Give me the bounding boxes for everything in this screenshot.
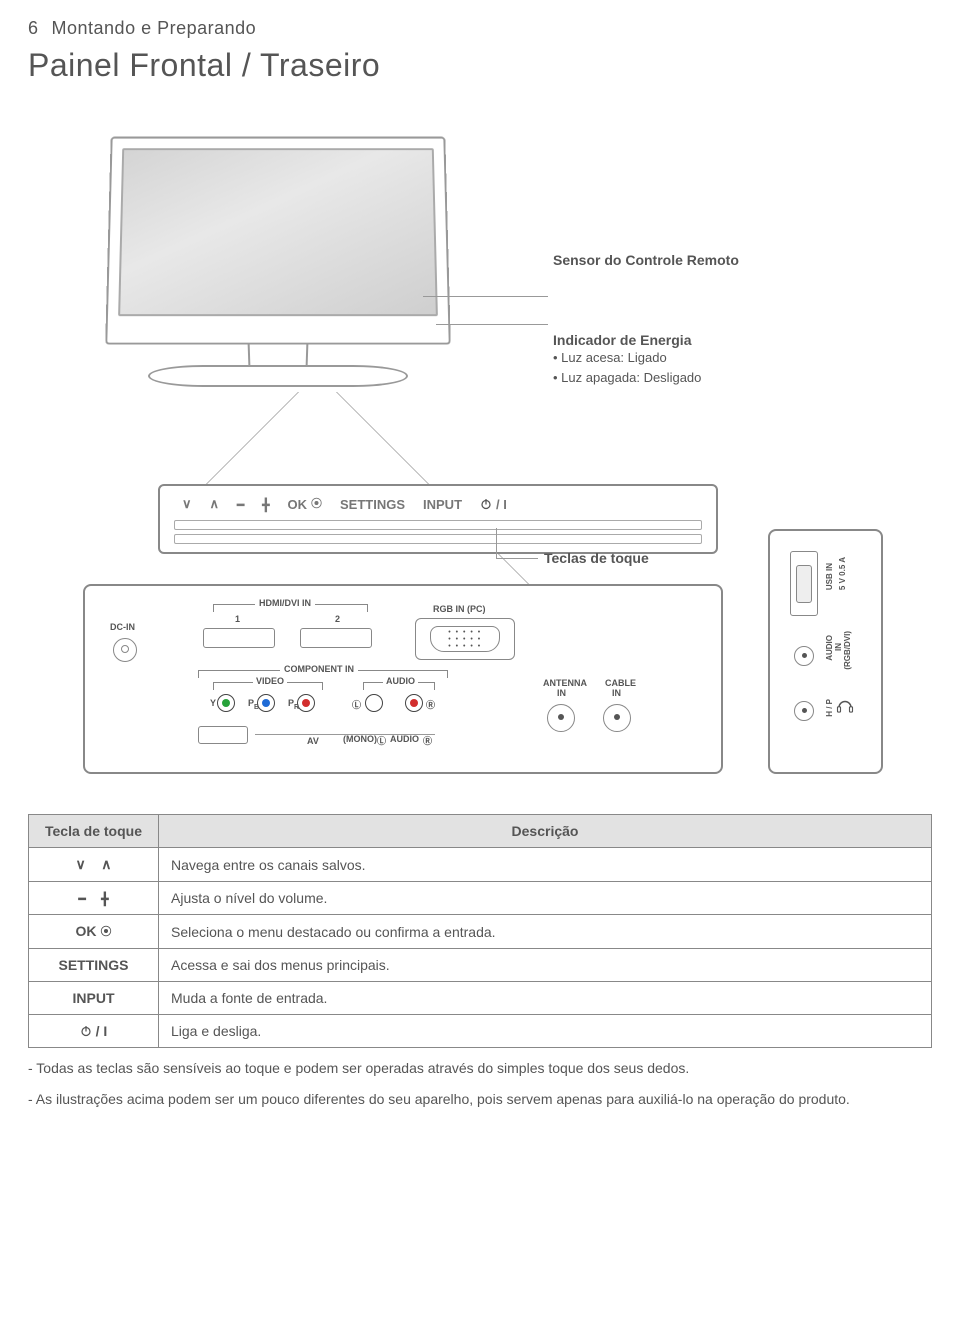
table-row: Navega entre os canais salvos. [29,848,932,882]
port-label-mono: (MONO) [343,734,377,744]
table-row: OK Seleciona o menu destacado ou confirm… [29,915,932,949]
port-label-hp: H / P [825,699,834,717]
monitor-illustration [108,134,448,385]
rear-ports-panel: DC-IN HDMI/DVI IN 1 2 RGB IN (PC) • • • … [83,584,723,774]
ok-button-label: OK [288,496,323,512]
callout-touch-keys: Teclas de toque [544,550,649,566]
callout-energy-indicator: Indicador de Energia • Luz acesa: Ligado… [553,332,701,387]
diagram: Sensor do Controle Remoto Indicador de E… [28,104,932,784]
nav-down-icon [75,856,85,873]
input-button-label: INPUT [423,497,462,512]
page-title: Painel Frontal / Traseiro [28,47,932,84]
ok-dot-icon [100,923,111,940]
th-desc: Descrição [159,815,932,848]
port-label-rgb: RGB IN (PC) [433,604,486,614]
port-label-comp-audio: AUDIO [383,676,418,686]
port-label-hdmi1: 1 [235,614,240,624]
side-ports-panel: USB IN 5 V 0.5 A AUDIO IN (RGB/DVI) H / … [768,529,883,774]
vga-port: • • • • •• • • • •• • • • • [415,618,515,660]
th-key: Tecla de toque [29,815,159,848]
vol-minus-icon [237,497,244,512]
port-label-av: AV [307,736,319,746]
port-label-audio: AUDIO [390,734,419,744]
page-number: 6 [28,18,46,39]
port-label-dc-in: DC-IN [110,622,135,632]
page-header: 6 Montando e Preparando [28,18,932,39]
table-row: INPUT Muda a fonte de entrada. [29,982,932,1015]
nav-down-icon [182,496,192,512]
table-row: / I Liga e desliga. [29,1015,932,1048]
power-button-label: / I [480,497,507,512]
port-label-comp-video: VIDEO [253,676,287,686]
table-header-row: Tecla de toque Descrição [29,815,932,848]
power-icon [480,497,492,512]
power-icon [80,1023,92,1039]
headphone-icon [836,697,854,715]
section-title: Montando e Preparando [52,18,257,38]
port-label-hdmi2: 2 [335,614,340,624]
port-label-component: COMPONENT IN [280,664,358,674]
vol-plus-icon [262,497,269,512]
note-illustrations: - As ilustrações acima podem ser um pouc… [28,1089,932,1110]
front-button-strip: OK SETTINGS INPUT / I [158,484,718,554]
port-label-usb: USB IN [825,563,834,590]
table-row: Ajusta o nível do volume. [29,882,932,915]
port-label-hdmi: HDMI/DVI IN [255,598,315,608]
table-row: SETTINGS Acessa e sai dos menus principa… [29,949,932,982]
port-label-usb-spec: 5 V 0.5 A [838,557,847,590]
vol-plus-icon [101,890,108,906]
touch-key-table: Tecla de toque Descrição Navega entre os… [28,814,932,1048]
settings-button-label: SETTINGS [340,497,405,512]
nav-up-icon [101,856,111,873]
callout-remote-sensor: Sensor do Controle Remoto [553,252,739,268]
note-touch: - Todas as teclas são sensíveis ao toque… [28,1058,932,1079]
nav-up-icon [210,496,220,512]
vol-minus-icon [78,890,85,906]
